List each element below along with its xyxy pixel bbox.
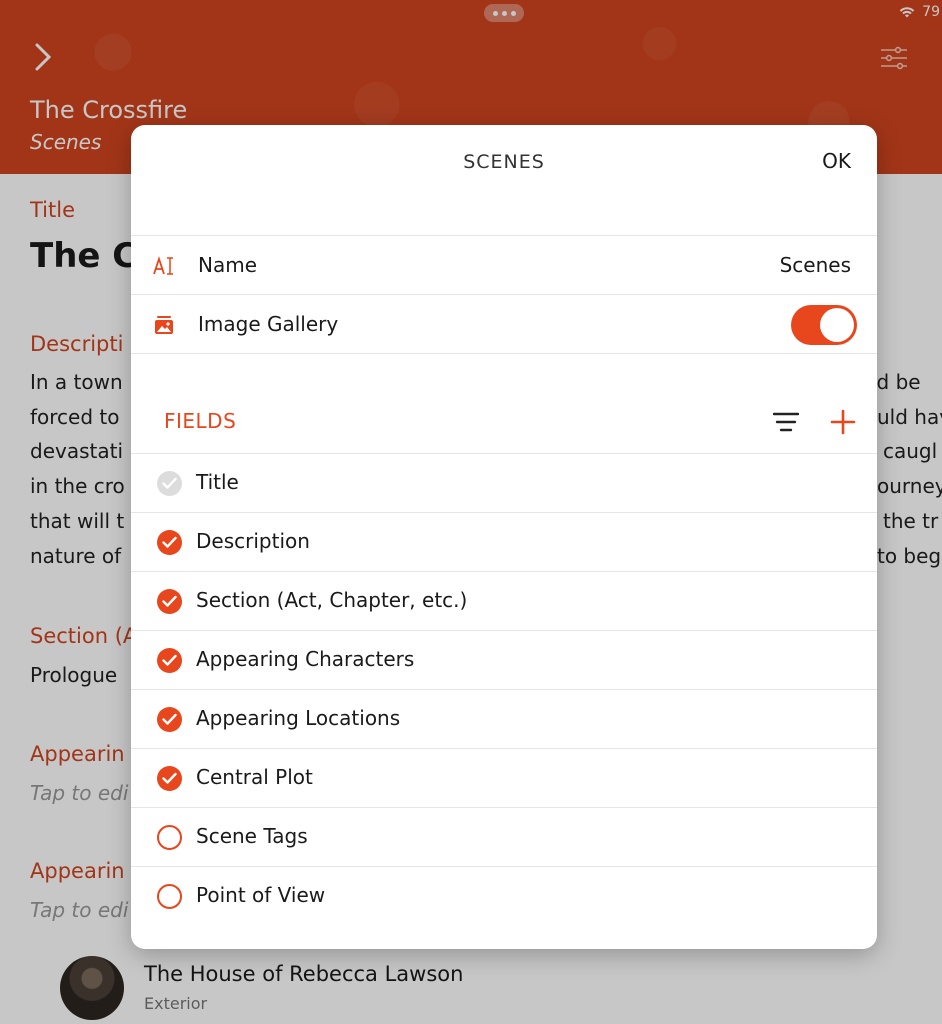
checkmark-circle-icon <box>157 471 182 496</box>
field-label: Central Plot <box>196 765 313 789</box>
checkmark-circle-icon[interactable] <box>157 589 182 614</box>
checkmark-circle-icon[interactable] <box>157 766 182 791</box>
unchecked-circle-icon[interactable] <box>157 884 182 909</box>
unchecked-circle-icon[interactable] <box>157 825 182 850</box>
field-row[interactable]: Title <box>131 453 877 512</box>
checkmark-circle-icon[interactable] <box>157 707 182 732</box>
toggle-knob <box>820 308 854 342</box>
field-row[interactable]: Section (Act, Chapter, etc.) <box>131 571 877 630</box>
field-row[interactable]: Point of View <box>131 866 877 925</box>
field-row[interactable]: Description <box>131 512 877 571</box>
checkmark-circle-icon[interactable] <box>157 648 182 673</box>
fields-list: Title Description Section (Act, Chapter, e… <box>131 453 877 925</box>
plus-icon[interactable] <box>830 409 856 435</box>
fields-header: FIELDS <box>131 393 877 453</box>
field-label: Appearing Characters <box>196 647 415 671</box>
name-value[interactable]: Scenes <box>780 253 851 277</box>
reorder-icon[interactable] <box>773 411 799 433</box>
section-spacer <box>131 353 877 393</box>
ok-button[interactable]: OK <box>822 149 851 173</box>
field-label: Description <box>196 529 310 553</box>
field-label: Appearing Locations <box>196 706 401 730</box>
fields-section-title: FIELDS <box>164 409 237 433</box>
text-cursor-icon <box>153 256 173 275</box>
field-label: Title <box>196 470 239 494</box>
modal-title: SCENES <box>463 151 545 173</box>
scenes-settings-modal: SCENES OK Name Scenes Image Gallery FIEL… <box>131 125 877 949</box>
field-row[interactable]: Appearing Locations <box>131 689 877 748</box>
field-label: Section (Act, Chapter, etc.) <box>196 588 468 612</box>
name-label: Name <box>198 253 258 277</box>
field-row[interactable]: Scene Tags <box>131 807 877 866</box>
field-row[interactable]: Appearing Characters <box>131 630 877 689</box>
name-row[interactable]: Name Scenes <box>131 235 877 294</box>
field-label: Point of View <box>196 883 326 907</box>
image-gallery-row: Image Gallery <box>131 294 877 353</box>
checkmark-circle-icon[interactable] <box>157 530 182 555</box>
field-row[interactable]: Central Plot <box>131 748 877 807</box>
field-label: Scene Tags <box>196 824 308 848</box>
image-gallery-icon <box>155 316 173 334</box>
modal-header: SCENES OK <box>131 125 877 235</box>
image-gallery-toggle[interactable] <box>791 305 857 345</box>
image-gallery-label: Image Gallery <box>198 312 339 336</box>
